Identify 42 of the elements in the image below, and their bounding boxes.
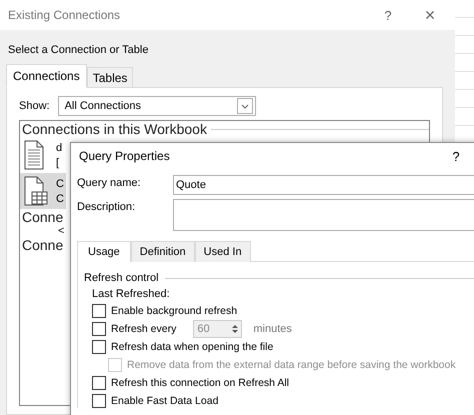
field-label: Description: (77, 200, 136, 213)
connection-item[interactable]: d [ (20, 137, 64, 173)
group-label: Refresh control (84, 272, 159, 284)
checkbox-label[interactable]: Enable background refresh (111, 304, 238, 316)
close-button[interactable]: × (413, 6, 447, 24)
unit-label: minutes (253, 322, 292, 334)
list-section-heading: Connections in this Workbook (21, 121, 207, 137)
connection-name: d (56, 142, 62, 154)
list-section-heading: Conne (21, 237, 64, 253)
field-label: Query name: (77, 176, 142, 189)
tab[interactable]: Connections (6, 64, 87, 88)
last-refreshed-label: Last Refreshed: (92, 288, 171, 300)
show-dropdown[interactable]: All Connections (58, 96, 256, 116)
dialog-title: Query Properties (79, 149, 171, 163)
tab[interactable]: Usage (77, 241, 131, 262)
checkbox-label[interactable]: Refresh every (111, 322, 176, 334)
connection-name: C (56, 178, 64, 190)
checkbox[interactable] (92, 394, 106, 408)
checkbox-label[interactable]: Enable Fast Data Load (111, 394, 218, 406)
connection-detail: C (56, 192, 64, 204)
connection-item[interactable]: C C (20, 173, 66, 209)
query-name-field[interactable]: Quote (173, 175, 474, 195)
table-document-icon (24, 176, 48, 206)
connection-detail: [ (56, 156, 60, 168)
checkbox-label[interactable]: Refresh data when opening the file (111, 340, 274, 352)
tab[interactable]: Tables (86, 67, 134, 88)
checkbox[interactable] (92, 304, 106, 318)
section-heading: Select a Connection or Table (8, 44, 150, 56)
checkbox[interactable] (92, 322, 106, 336)
window-title: Existing Connections (8, 8, 122, 22)
help-button[interactable]: ? (371, 8, 405, 22)
description-field[interactable] (173, 199, 474, 231)
list-message: < (58, 225, 66, 237)
list-section-heading: Conne (21, 209, 64, 225)
checkbox[interactable] (92, 376, 106, 390)
checkbox[interactable] (92, 340, 106, 354)
help-button[interactable]: ? (439, 150, 473, 162)
checkbox-label[interactable]: Refresh this connection on Refresh All (111, 376, 290, 388)
tab[interactable]: Definition (130, 241, 195, 262)
caret-icon (236, 98, 253, 114)
show-label: Show: (19, 100, 50, 112)
tab[interactable]: Used In (194, 241, 251, 262)
